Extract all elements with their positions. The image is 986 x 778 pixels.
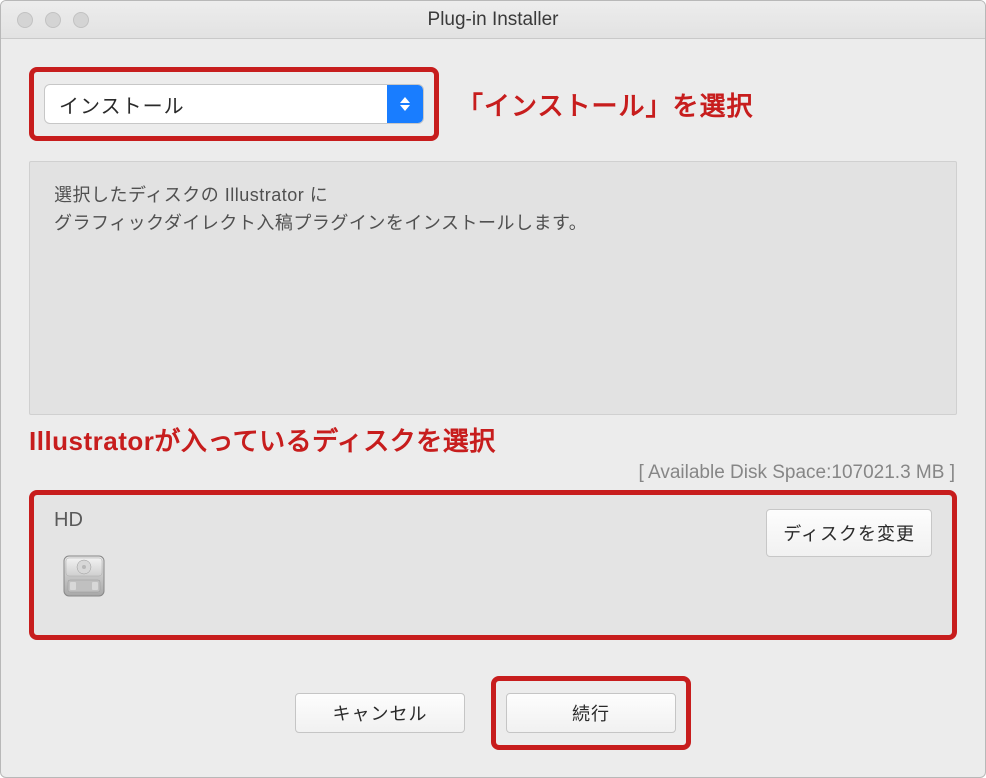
select-value: インストール	[45, 85, 387, 123]
annotation-highlight-continue: 続行	[491, 676, 691, 750]
content-area: インストール 「インストール」を選択 選択したディスクの Illustrator…	[1, 39, 985, 777]
info-line-2: グラフィックダイレクト入稿プラグインをインストールします。	[54, 210, 932, 238]
info-line-1: 選択したディスクの Illustrator に	[54, 182, 932, 210]
bottom-buttons: キャンセル 続行	[29, 676, 957, 750]
titlebar: Plug-in Installer	[1, 1, 985, 39]
info-panel: 選択したディスクの Illustrator に グラフィックダイレクト入稿プラグ…	[29, 161, 957, 415]
change-disk-button[interactable]: ディスクを変更	[766, 509, 932, 557]
zoom-button[interactable]	[73, 12, 89, 28]
annotation-text-select-disk: Illustratorが入っているディスクを選択	[29, 421, 957, 458]
traffic-lights	[17, 12, 89, 28]
annotation-highlight-disk: HD	[29, 490, 957, 640]
install-mode-select[interactable]: インストール	[44, 84, 424, 124]
harddrive-icon	[54, 544, 114, 604]
annotation-highlight-dropdown: インストール	[29, 67, 439, 141]
continue-button[interactable]: 続行	[506, 693, 676, 733]
window-title: Plug-in Installer	[1, 9, 985, 31]
chevron-updown-icon	[387, 85, 423, 123]
available-disk-space: [ Available Disk Space:107021.3 MB ]	[29, 462, 955, 484]
disk-name: HD	[54, 509, 114, 532]
top-row: インストール 「インストール」を選択	[29, 67, 957, 141]
annotation-text-select-install: 「インストール」を選択	[457, 86, 753, 123]
close-button[interactable]	[17, 12, 33, 28]
installer-window: Plug-in Installer インストール 「インストール」を選択 選択し…	[0, 0, 986, 778]
disk-block: HD	[54, 509, 114, 604]
cancel-button[interactable]: キャンセル	[295, 693, 465, 733]
minimize-button[interactable]	[45, 12, 61, 28]
